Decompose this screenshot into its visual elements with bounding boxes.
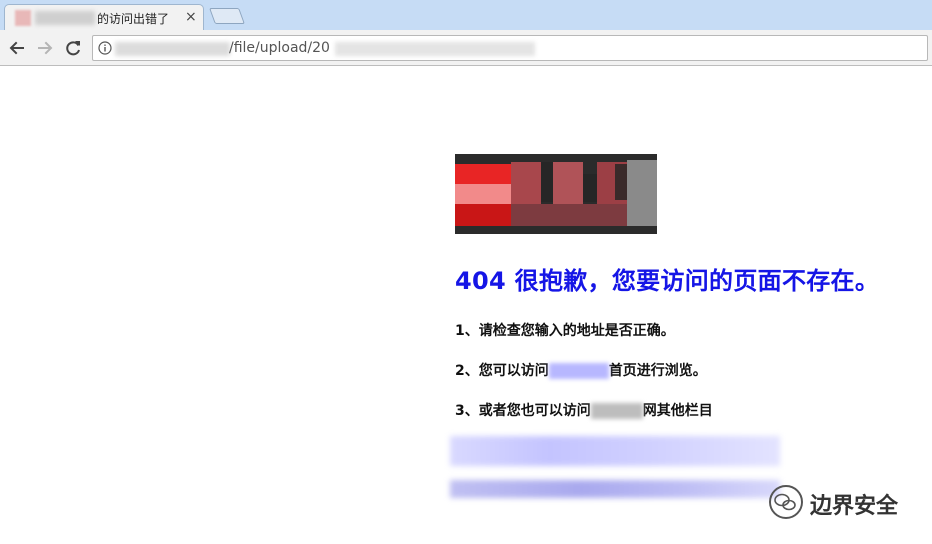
tab-title: 的访问出错了 xyxy=(97,12,170,26)
redacted-link-row-2[interactable] xyxy=(450,480,780,498)
back-button[interactable] xyxy=(6,37,28,59)
tip-2-suffix: 首页进行浏览。 xyxy=(608,363,707,379)
info-icon[interactable] xyxy=(98,41,112,55)
browser-toolbar: /file/upload/20 xyxy=(0,30,932,66)
redacted-url-tail xyxy=(335,42,535,56)
tip-3-suffix: 网其他栏目 xyxy=(642,403,713,419)
browser-tab[interactable]: 的访问出错了 × xyxy=(4,4,204,30)
tip-3-prefix: 3、或者您也可以访问 xyxy=(455,403,591,419)
tip-visit-homepage: 2、您可以访问 首页进行浏览。 xyxy=(455,360,707,380)
favicon-icon xyxy=(15,10,31,26)
address-bar[interactable]: /file/upload/20 xyxy=(92,35,928,61)
tip-check-address: 1、请检查您输入的地址是否正确。 xyxy=(455,323,675,339)
url-text: /file/upload/20 xyxy=(229,40,330,56)
watermark-text: 边界安全 xyxy=(810,494,899,519)
back-icon xyxy=(9,41,24,55)
new-tab-button[interactable] xyxy=(209,8,245,24)
tip-other-sections: 3、或者您也可以访问 网其他栏目 xyxy=(455,400,713,420)
forward-button[interactable] xyxy=(34,37,56,59)
error-heading: 404 很抱歉，您要访问的页面不存在。 xyxy=(455,267,880,295)
tab-close-icon[interactable]: × xyxy=(185,8,197,26)
tip-2-prefix: 2、您可以访问 xyxy=(455,363,549,379)
wechat-icon xyxy=(769,485,803,519)
redacted-link-row-1[interactable] xyxy=(450,436,780,466)
redacted-domain xyxy=(115,42,230,56)
forward-icon xyxy=(38,41,53,55)
reload-button[interactable] xyxy=(62,37,84,59)
watermark: 边界安全 xyxy=(768,482,918,522)
redacted-tab-title xyxy=(35,11,95,25)
reload-icon xyxy=(66,41,80,56)
redacted-site-name-2[interactable] xyxy=(590,403,643,419)
tab-strip: 的访问出错了 × xyxy=(0,0,932,30)
redacted-site-name[interactable] xyxy=(548,363,609,379)
site-logo-pixelated xyxy=(455,154,657,234)
